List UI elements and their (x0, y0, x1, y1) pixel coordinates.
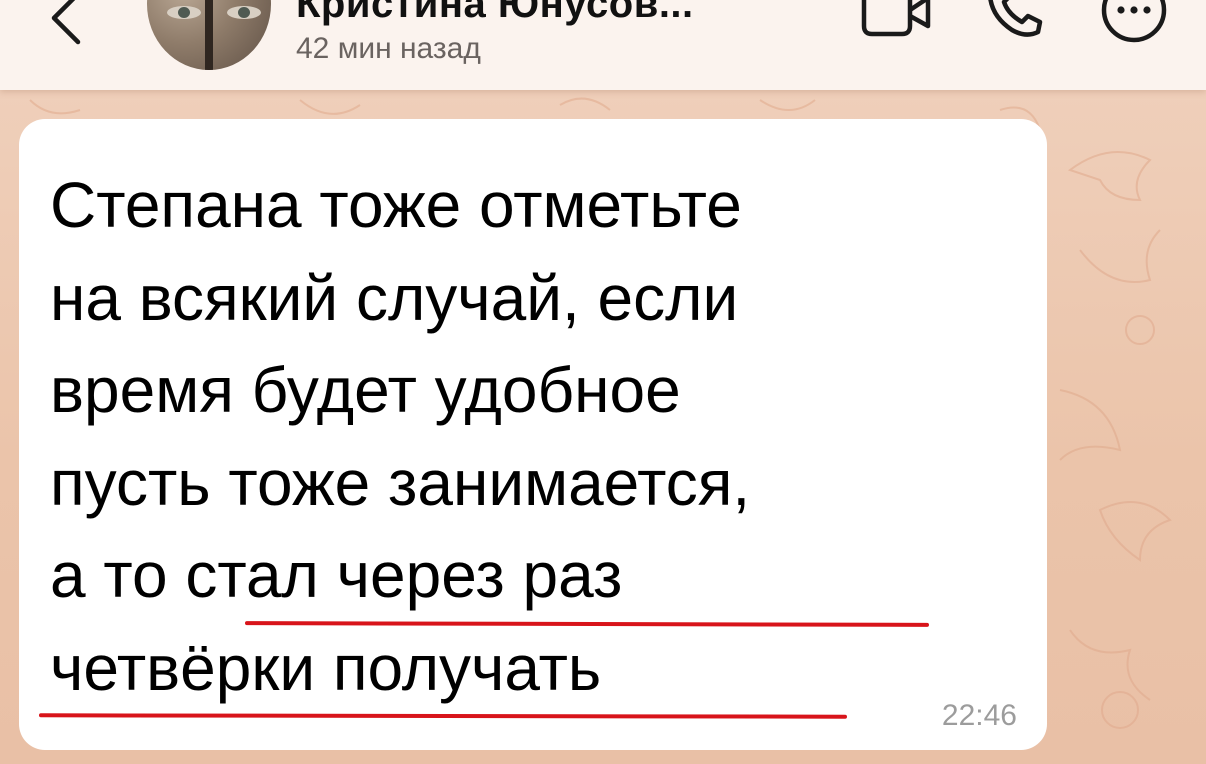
red-underline-annotation (38, 713, 848, 719)
message-bubble[interactable]: Степана тоже отметьте на всякий случай, … (19, 119, 1047, 750)
avatar-photo-detail (227, 6, 261, 19)
last-seen-status: 42 мин назад (296, 32, 481, 65)
chat-header: Кристина Юнусов... 42 мин назад (0, 0, 1206, 90)
chevron-left-icon (51, 0, 81, 45)
message-line: на всякий случай, если (50, 261, 739, 334)
phone-icon (988, 0, 1043, 37)
call-button[interactable] (986, 0, 1044, 40)
video-camera-icon (861, 0, 931, 37)
more-dots-icon (1101, 0, 1167, 43)
message-line: Степана тоже отметьте (50, 169, 742, 241)
more-options-button[interactable] (1098, 0, 1170, 48)
message-timestamp: 22:46 (941, 699, 1017, 732)
avatar-photo-detail (205, 0, 213, 70)
back-button[interactable] (40, 0, 90, 46)
avatar[interactable] (147, 0, 271, 70)
video-call-button[interactable] (858, 0, 932, 40)
message-text: Степана тоже отметьте на всякий случай, … (50, 159, 1040, 714)
avatar-photo-detail (167, 6, 201, 19)
contact-name[interactable]: Кристина Юнусов... (296, 0, 694, 27)
message-line: время будет удобное (50, 354, 681, 426)
message-line: а то стал через раз (50, 539, 623, 611)
message-line: пусть тоже занимается, (50, 446, 751, 519)
message-line: четвёрки получать (50, 631, 602, 704)
